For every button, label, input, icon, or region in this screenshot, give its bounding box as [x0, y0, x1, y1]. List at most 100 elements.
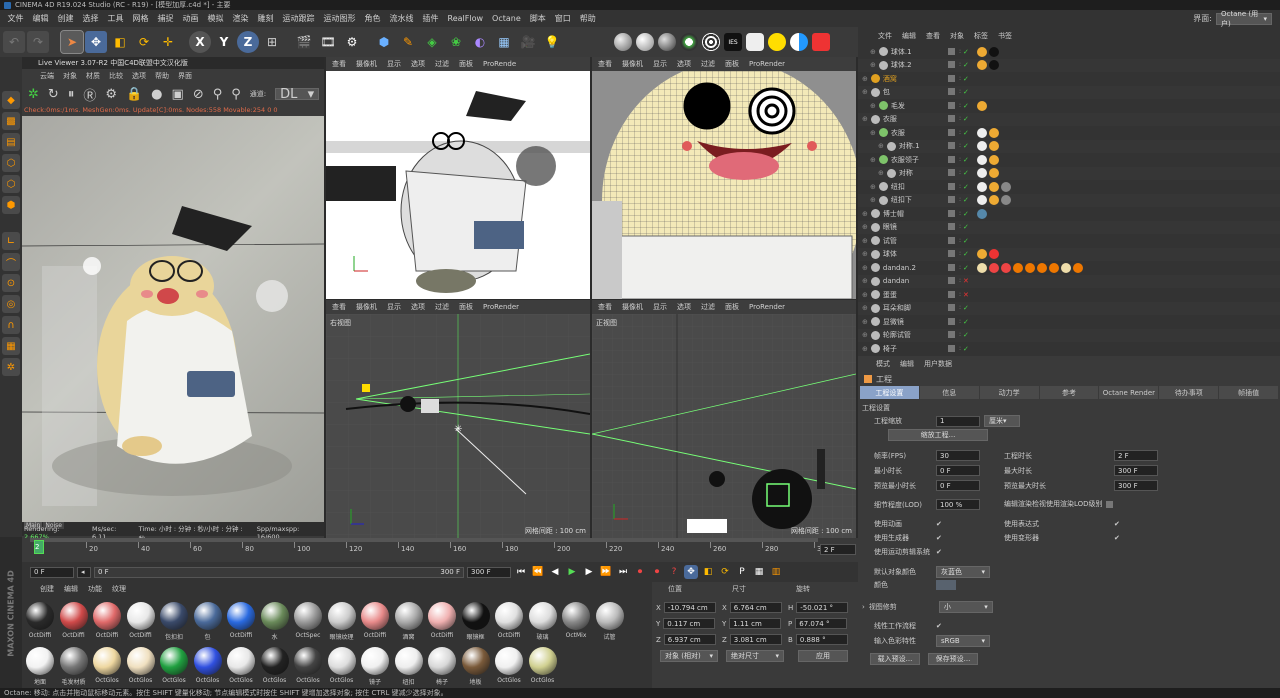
- visibility-dots-icon[interactable]: :: [959, 304, 961, 312]
- material-swatch[interactable]: OctGlos: [125, 647, 157, 687]
- start-frame-input[interactable]: 0 F: [30, 566, 74, 578]
- enable-check-icon[interactable]: ✓: [963, 318, 969, 326]
- layer-checkbox[interactable]: [948, 236, 955, 244]
- goto-start-icon[interactable]: ⏮: [514, 565, 528, 579]
- size-y-input[interactable]: 1.11 cm: [729, 618, 782, 629]
- live-menu-item[interactable]: 选项: [132, 71, 146, 81]
- scale-key-icon[interactable]: ◧: [701, 565, 715, 579]
- move-icon[interactable]: ✥: [85, 31, 107, 53]
- subdivision-icon[interactable]: ◈: [421, 31, 443, 53]
- menu-item[interactable]: 窗口: [550, 13, 575, 24]
- tag-icon[interactable]: [988, 154, 999, 165]
- tag-icon[interactable]: [976, 208, 987, 219]
- tag-icon[interactable]: [988, 195, 999, 206]
- material-swatch[interactable]: 试管: [594, 602, 626, 642]
- size-mode-select[interactable]: 绝对尺寸 ▾: [726, 650, 784, 662]
- viewport-menu-item[interactable]: 选项: [411, 302, 425, 312]
- viewport-canvas[interactable]: [592, 71, 856, 299]
- expand-icon[interactable]: ›: [862, 603, 865, 611]
- pos-x-input[interactable]: -10.794 cm: [663, 602, 716, 613]
- viewport-menu-item[interactable]: 查看: [598, 302, 612, 312]
- enable-check-icon[interactable]: ✓: [963, 169, 969, 177]
- tag-icon[interactable]: [976, 195, 987, 206]
- transform-icon[interactable]: ✛: [157, 31, 179, 53]
- layout-select[interactable]: Octane (用户) ▾: [1216, 10, 1272, 28]
- object-row[interactable]: ⊕ 球体.1: ✓: [858, 45, 1280, 59]
- attr-tab[interactable]: Octane Render: [1099, 386, 1159, 399]
- undo-icon[interactable]: ↶: [3, 31, 25, 53]
- tag-icon[interactable]: [988, 46, 999, 57]
- menu-item[interactable]: 脚本: [525, 13, 550, 24]
- tag-icon[interactable]: [1012, 262, 1023, 273]
- objmgr-menu-item[interactable]: 编辑: [902, 31, 916, 41]
- menu-item[interactable]: 选择: [78, 13, 103, 24]
- light-icon[interactable]: 💡: [541, 31, 563, 53]
- use-animation-checkbox[interactable]: ✔: [936, 520, 942, 528]
- object-row[interactable]: ⊕ 衣服: ✓: [858, 126, 1280, 140]
- viewport-menu-item[interactable]: 选项: [677, 302, 691, 312]
- rot-p-input[interactable]: 67.074 °: [795, 618, 848, 629]
- material-swatch[interactable]: OctGlos: [91, 647, 123, 687]
- param-key-icon[interactable]: P: [735, 565, 749, 579]
- region-render-icon[interactable]: Ⓡ: [83, 85, 96, 104]
- enable-check-icon[interactable]: ✓: [963, 88, 969, 96]
- viewport-menu-item[interactable]: 显示: [653, 302, 667, 312]
- viewport-menu-item[interactable]: 选项: [677, 59, 691, 69]
- menu-item[interactable]: 文件: [3, 13, 28, 24]
- settings-gear-icon[interactable]: ⚙: [105, 87, 117, 102]
- attr-menu-item[interactable]: 编辑: [900, 359, 914, 369]
- tag-icon[interactable]: [988, 60, 999, 71]
- end-frame-field[interactable]: 2 F: [820, 544, 856, 555]
- layer-checkbox[interactable]: [948, 142, 955, 150]
- expand-icon[interactable]: ⊕: [862, 304, 868, 312]
- input-color-select[interactable]: sRGB ▾: [936, 635, 990, 647]
- tag-icon[interactable]: [1024, 262, 1035, 273]
- layer-checkbox[interactable]: [948, 88, 955, 96]
- layer-checkbox[interactable]: [948, 250, 955, 258]
- viewport-menu-item[interactable]: 摄像机: [356, 59, 377, 69]
- use-motion-checkbox[interactable]: ✔: [936, 548, 942, 556]
- linear-workflow-checkbox[interactable]: ✔: [936, 622, 942, 630]
- scale-input[interactable]: 1: [936, 415, 980, 427]
- scale-project-button[interactable]: 缩放工程...: [888, 429, 988, 441]
- material-swatch[interactable]: OctGlos: [326, 647, 358, 687]
- expand-icon[interactable]: ⊕: [870, 61, 876, 69]
- layer-checkbox[interactable]: [948, 317, 955, 325]
- menu-item[interactable]: 捕捉: [153, 13, 178, 24]
- expand-icon[interactable]: ⊕: [862, 345, 868, 353]
- layer-checkbox[interactable]: [948, 196, 955, 204]
- layer-checkbox[interactable]: [948, 304, 955, 312]
- objmgr-menu-item[interactable]: 查看: [926, 31, 940, 41]
- viewport-menu-item[interactable]: 摄像机: [622, 59, 643, 69]
- menu-item[interactable]: 网格: [128, 13, 153, 24]
- use-generator-checkbox[interactable]: ✔: [936, 534, 942, 542]
- pen-icon[interactable]: ✎: [397, 31, 419, 53]
- viewport-menu-item[interactable]: 显示: [387, 59, 401, 69]
- object-row[interactable]: ⊕ 纽扣: ✓: [858, 180, 1280, 194]
- viewport-menu-item[interactable]: 过滤: [435, 59, 449, 69]
- menu-item[interactable]: 角色: [360, 13, 385, 24]
- enable-check-icon[interactable]: ✓: [963, 250, 969, 258]
- viewport-menu-item[interactable]: 面板: [459, 302, 473, 312]
- material-swatch[interactable]: 眼镜框: [460, 602, 492, 642]
- tag-icon[interactable]: [1000, 262, 1011, 273]
- record-icon[interactable]: ⏺: [633, 565, 647, 579]
- play-icon[interactable]: ▶: [565, 565, 579, 579]
- keyframe-icon[interactable]: ?: [667, 565, 681, 579]
- workplane-icon[interactable]: ▤: [2, 133, 20, 151]
- object-row[interactable]: ⊕ 衣服领子: ✓: [858, 153, 1280, 167]
- floor-icon[interactable]: ▦: [493, 31, 515, 53]
- enable-check-icon[interactable]: ✓: [963, 237, 969, 245]
- visibility-dots-icon[interactable]: :: [959, 115, 961, 123]
- object-row[interactable]: ⊕ 纽扣下: ✓: [858, 193, 1280, 207]
- viewport-menu-item[interactable]: 摄像机: [622, 302, 643, 312]
- coord-mode-select[interactable]: 对象 (相对) ▾: [660, 650, 718, 662]
- expand-icon[interactable]: ⊕: [862, 291, 868, 299]
- rotate-key-icon[interactable]: ⟳: [718, 565, 732, 579]
- viewport-canvas[interactable]: [326, 71, 590, 299]
- object-row[interactable]: ⊕ 蛋蛋: ✕: [858, 288, 1280, 302]
- pos-y-input[interactable]: 0.117 cm: [663, 618, 716, 629]
- enable-check-icon[interactable]: ✓: [963, 331, 969, 339]
- visibility-dots-icon[interactable]: :: [959, 318, 961, 326]
- visibility-dots-icon[interactable]: :: [959, 61, 961, 69]
